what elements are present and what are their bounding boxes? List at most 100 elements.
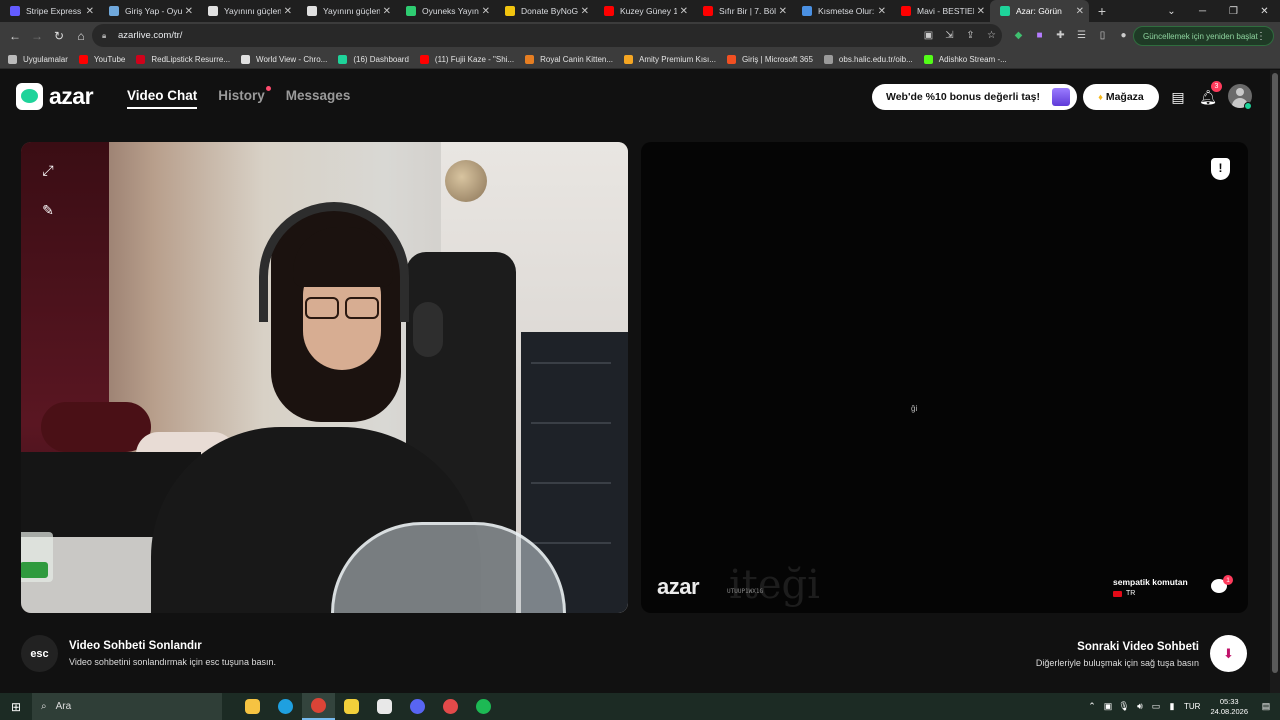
extension-twitch-icon[interactable]: ■ [1029,30,1050,41]
battery-icon[interactable]: ▮ [1164,701,1180,712]
tab-favicon-icon [604,6,614,16]
next-chat-button[interactable]: ⬇ [1210,635,1247,672]
browser-tab[interactable]: Donate ByNoGa ✕ [495,0,594,22]
profile-icon[interactable]: ● [1113,30,1134,41]
tab-close-icon[interactable]: ✕ [482,6,490,17]
tab-close-icon[interactable]: ✕ [581,6,589,17]
browser-tab[interactable]: Kısmetse Olur: A✕ [792,0,891,22]
browser-tab[interactable]: Sıfır Bir | 7. Bölü ✕ [693,0,792,22]
minimize-button[interactable]: ─ [1187,6,1218,17]
home-button[interactable]: ⌂ [70,29,92,43]
browser-tab[interactable]: Stripe Express ✕ [0,0,99,22]
notifications-icon[interactable]: ▤ [1258,701,1274,712]
forward-button[interactable]: → [26,29,48,43]
inbox-icon[interactable]: ▤ [1167,86,1189,108]
esc-button[interactable]: esc [21,635,58,672]
reading-list-icon[interactable]: ☰ [1071,30,1092,41]
extensions-puzzle-icon[interactable]: ✚ [1050,30,1071,41]
browser-tab[interactable]: Oyuneks Yayınc ✕ [396,0,495,22]
spotify-logo [476,699,491,714]
network-icon[interactable]: ▭ [1148,701,1164,712]
page-scrollbar[interactable] [1270,70,1280,693]
bookmark-label: YouTube [93,54,126,64]
azar-logo[interactable]: azar [16,83,94,110]
next-chat-hint: Sonraki Video Sohbeti Diğerleriyle buluş… [1036,641,1199,668]
bookmark-item[interactable]: Adishko Stream -... [923,54,1007,64]
tab-close-icon[interactable]: ✕ [185,6,193,17]
share-icon[interactable]: ⇪ [960,30,981,41]
language-indicator[interactable]: TUR [1184,702,1200,711]
tab-close-icon[interactable]: ✕ [779,6,787,17]
tray-chevron-icon[interactable]: ⌃ [1084,701,1100,712]
tab-title: Azar: Görün [1016,6,1062,16]
menu-dots-icon[interactable]: ⋮ [1256,31,1266,42]
browser-tab[interactable]: Yayınını güçlend ✕ [198,0,297,22]
taskbar-app-circle-icon[interactable] [434,693,467,720]
bookmark-item[interactable]: obs.halic.edu.tr/oib... [823,54,913,64]
install-app-icon[interactable]: ⇲ [939,30,960,41]
browser-tab[interactable]: Mavi - BESTIEEE✕ [891,0,990,22]
bookmark-item[interactable]: (11) Fujii Kaze - "Shi... [419,54,514,64]
tab-close-icon[interactable]: ✕ [383,6,391,17]
taskbar-search[interactable]: ⌕ Ara [32,693,222,720]
camera-icon[interactable]: ▣ [918,30,939,41]
bookmark-item[interactable]: Uygulamalar [8,54,68,64]
bookmark-item[interactable]: YouTube [78,54,126,64]
tab-search-icon[interactable]: ⌄ [1156,6,1187,17]
bonus-promo-button[interactable]: Web'de %10 bonus değerli taş! [872,84,1077,110]
microphone-icon[interactable]: 🎙︎ [1116,701,1132,712]
tab-close-icon[interactable]: ✕ [86,6,94,17]
taskbar-discord-icon[interactable] [401,693,434,720]
tab-favicon-icon [901,6,911,16]
taskbar-file-explorer-icon[interactable] [236,693,269,720]
address-bar[interactable]: 🔒︎ azarlive.com/tr/ ▣ ⇲ ⇪ ☆ [92,24,1002,47]
browser-tab[interactable]: Giriş Yap - Oyun ✕ [99,0,198,22]
update-button[interactable]: Güncellemek için yeniden başlat ⋮ [1133,26,1274,46]
bookmark-item[interactable]: World View - Chro... [241,54,327,64]
end-chat-subtitle: Video sohbetini sonlandırmak için esc tu… [69,657,276,667]
clock[interactable]: 05:33 24.08.2026 [1210,697,1248,717]
browser-tab[interactable]: Azar: Görün ✕ [990,0,1089,22]
tab-close-icon[interactable]: ✕ [1076,6,1084,17]
windows-start-icon[interactable]: ⊞ [0,700,32,714]
report-shield-icon[interactable]: ! [1211,158,1230,180]
tray-app-icon[interactable]: ▣ [1100,701,1116,712]
browser-tab[interactable]: Yayınını güçlend ✕ [297,0,396,22]
notification-bell-icon[interactable]: 🔔︎ 3 [1197,81,1222,108]
effects-wand-icon[interactable]: ✎ [37,199,59,221]
volume-icon[interactable]: 🔊︎ [1132,701,1148,712]
bookmark-item[interactable]: Amity Premium Kısı... [624,54,716,64]
site-info-icon[interactable]: 🔒︎ [102,31,112,41]
side-panel-icon[interactable]: ▯ [1092,30,1113,41]
taskbar-chrome-icon[interactable] [302,693,335,720]
bookmark-item[interactable]: RedLipstick Resurre... [136,54,230,64]
tab-close-icon[interactable]: ✕ [977,6,985,17]
close-window-button[interactable]: ✕ [1249,6,1280,17]
tab-close-icon[interactable]: ✕ [680,6,688,17]
fullscreen-icon[interactable]: ⤢ [37,159,59,181]
tab-close-icon[interactable]: ✕ [878,6,886,17]
reload-button[interactable]: ↻ [48,29,70,43]
store-button[interactable]: ♦ Mağaza [1083,84,1159,110]
taskbar-obs-icon[interactable] [368,693,401,720]
tab-title: Sıfır Bir | 7. Bölü [719,6,776,16]
bookmark-item[interactable]: Giriş | Microsoft 365 [726,54,813,64]
tab-close-icon[interactable]: ✕ [284,6,292,17]
bookmark-star-icon[interactable]: ☆ [981,30,1002,41]
taskbar-edge-icon[interactable] [269,693,302,720]
extension-shield-icon[interactable]: ◆ [1008,30,1029,41]
bookmark-item[interactable]: (16) Dashboard [338,54,409,64]
watermark-id: UTUUP1WX1G [727,588,764,595]
bookmark-item[interactable]: Royal Canin Kitten... [525,54,613,64]
taskbar-notes-icon[interactable] [335,693,368,720]
url-text[interactable]: azarlive.com/tr/ [118,30,182,41]
new-tab-button[interactable]: + [1089,3,1115,19]
back-button[interactable]: ← [4,29,26,43]
nav-video-chat[interactable]: Video Chat [127,88,198,109]
nav-messages[interactable]: Messages [286,88,351,109]
taskbar-spotify-icon[interactable] [467,693,500,720]
peer-info[interactable]: sempatik komutan TR [1113,577,1188,597]
nav-history[interactable]: History [218,86,271,109]
browser-tab[interactable]: Kuzey Güney 1. ✕ [594,0,693,22]
restore-button[interactable]: ❐ [1218,6,1249,17]
